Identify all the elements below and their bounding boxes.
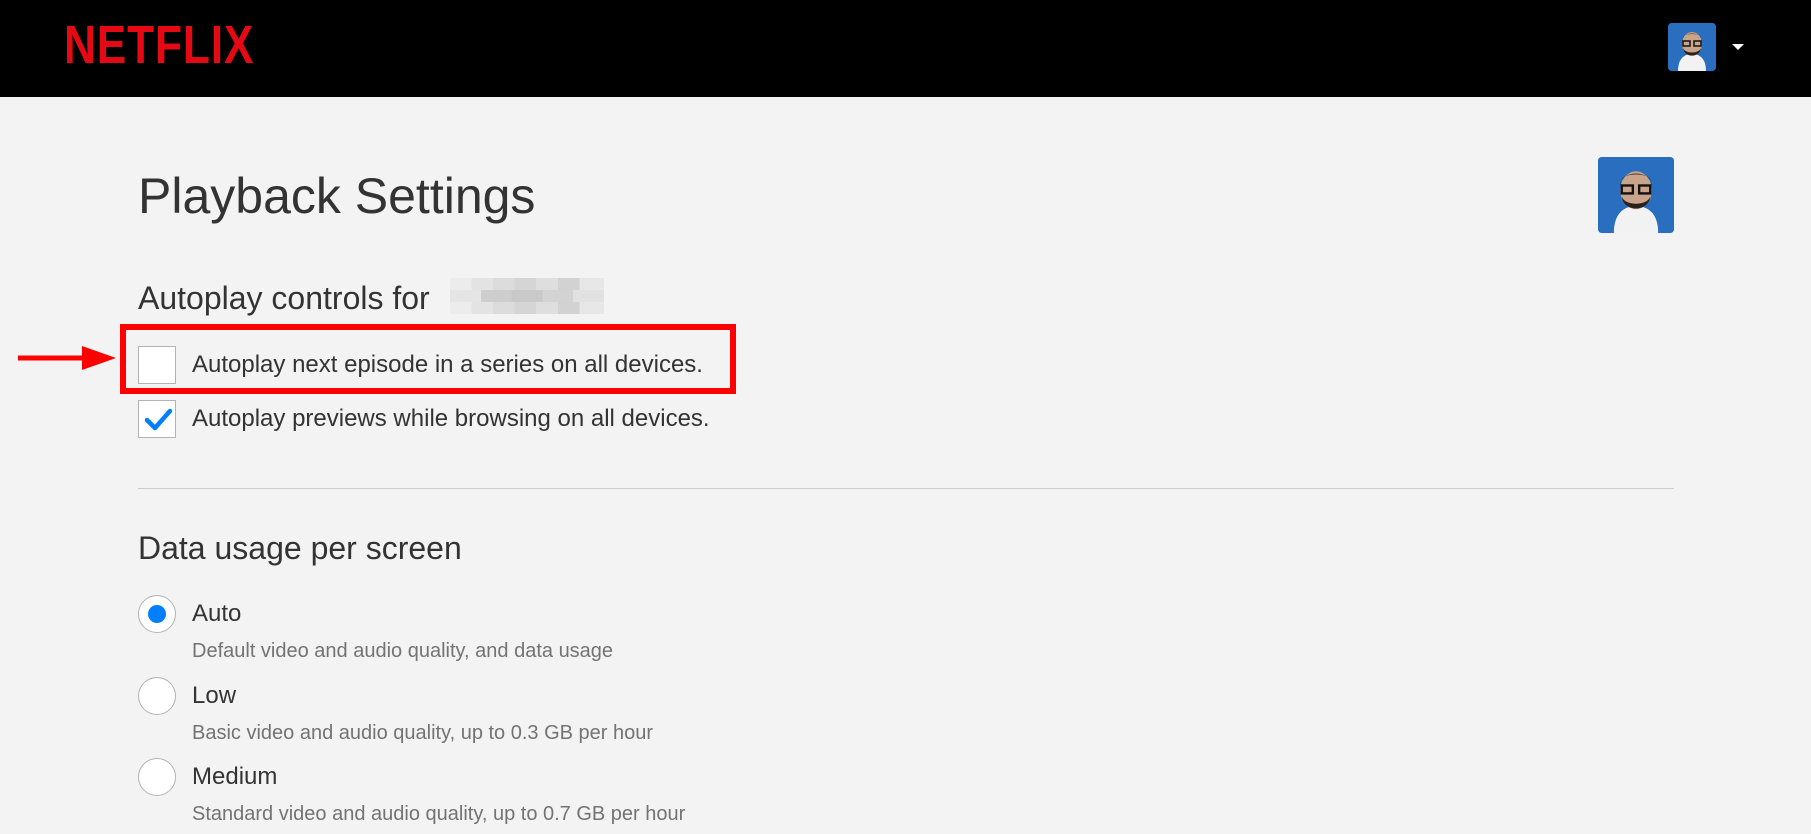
autoplay-heading: Autoplay controls for	[138, 280, 430, 316]
profile-avatar-icon[interactable]	[1668, 23, 1716, 71]
radio-low-description: Basic video and audio quality, up to 0.3…	[192, 722, 654, 744]
data-usage-heading: Data usage per screen	[138, 530, 462, 566]
radio-medium-description: Standard video and audio quality, up to …	[192, 803, 686, 825]
radio-low-label[interactable]: Low	[192, 677, 653, 715]
autoplay-previews-label[interactable]: Autoplay previews while browsing on all …	[192, 405, 710, 433]
netflix-logo[interactable]: NETFLIX	[64, 14, 254, 76]
data-usage-option-low[interactable]: Low Basic video and audio quality, up to…	[138, 677, 653, 747]
data-usage-option-auto[interactable]: Auto Default video and audio quality, an…	[138, 595, 613, 665]
blurred-profile-name	[450, 278, 604, 314]
radio-low[interactable]	[138, 677, 176, 715]
radio-auto-label[interactable]: Auto	[192, 595, 613, 633]
top-nav-bar: NETFLIX	[0, 0, 1811, 97]
profile-avatar-large	[1598, 157, 1674, 233]
radio-auto[interactable]	[138, 595, 176, 633]
highlight-box	[120, 324, 736, 394]
section-divider	[138, 488, 1674, 489]
radio-auto-description: Default video and audio quality, and dat…	[192, 640, 614, 662]
red-arrow-icon	[18, 346, 116, 370]
data-usage-option-medium[interactable]: Medium Standard video and audio quality,…	[138, 758, 685, 828]
radio-medium[interactable]	[138, 758, 176, 796]
autoplay-previews-checkbox[interactable]	[138, 400, 176, 438]
page-title: Playback Settings	[138, 168, 536, 224]
caret-down-icon[interactable]	[1732, 44, 1744, 50]
radio-medium-label[interactable]: Medium	[192, 758, 685, 796]
checkmark-icon	[144, 408, 173, 431]
autoplay-previews-row[interactable]: Autoplay previews while browsing on all …	[138, 399, 710, 439]
